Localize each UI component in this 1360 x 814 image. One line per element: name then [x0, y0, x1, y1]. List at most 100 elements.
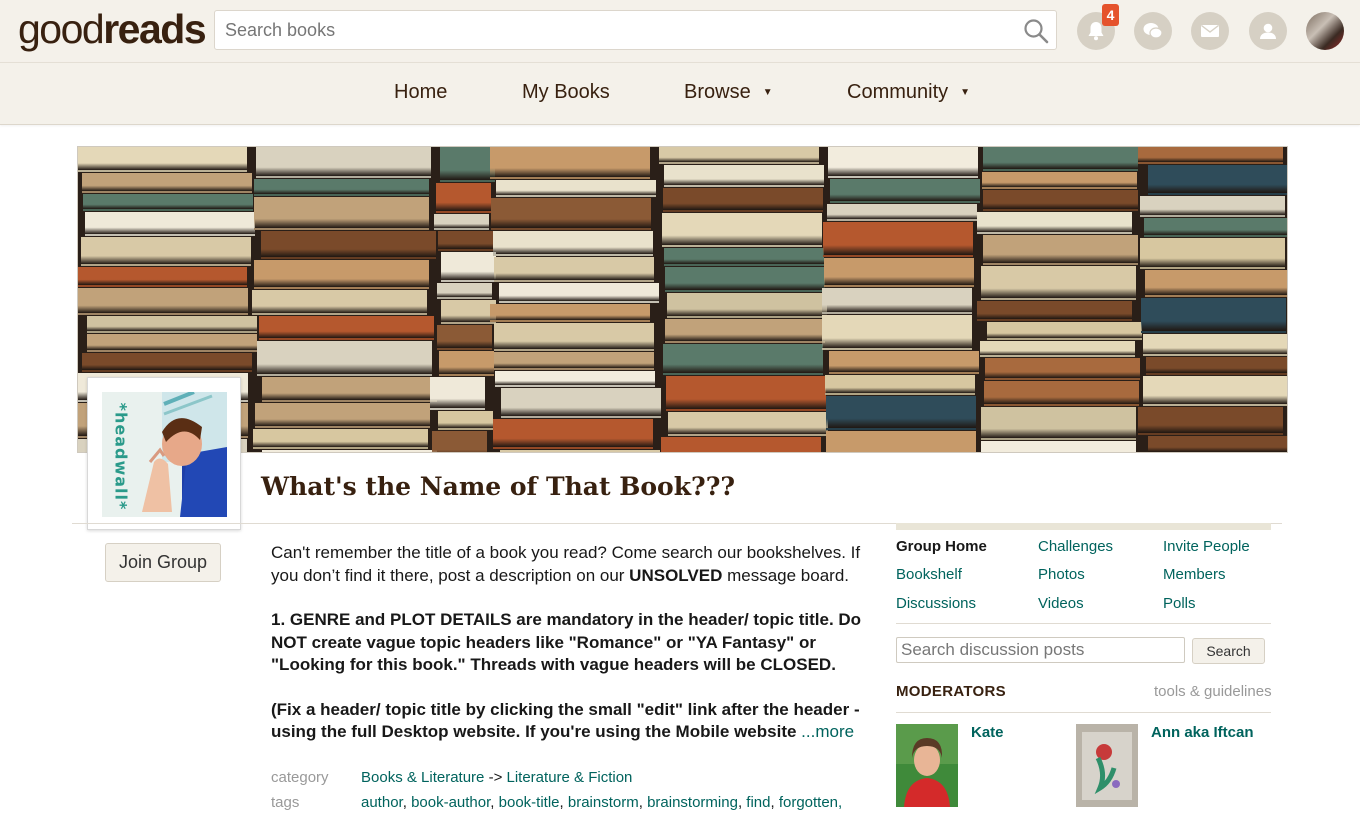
book-spine — [981, 266, 1136, 300]
book-spine — [1140, 196, 1285, 217]
book-spine — [252, 290, 427, 315]
moderator-name-kate[interactable]: Kate — [971, 724, 1004, 741]
book-spine — [490, 304, 650, 322]
book-spine — [434, 214, 489, 230]
nav-challenges[interactable]: Challenges — [1038, 537, 1113, 557]
nav-photos[interactable]: Photos — [1038, 565, 1085, 585]
nav-browse[interactable]: Browse ▼ — [684, 80, 773, 105]
panel-header-bar — [896, 523, 1271, 530]
book-spine — [496, 180, 656, 197]
book-spine — [78, 288, 248, 315]
book-spine — [980, 341, 1135, 357]
tools-guidelines-link[interactable]: tools & guidelines — [1154, 683, 1272, 700]
nav-members[interactable]: Members — [1163, 565, 1226, 585]
book-spine — [78, 267, 247, 287]
description-rules-text: 1. GENRE and PLOT DETAILS are mandatory … — [271, 610, 862, 674]
book-spine — [826, 431, 976, 452]
book-spine — [254, 197, 429, 230]
unsolved-board-link[interactable]: UNSOLVED — [629, 566, 722, 585]
tag-link[interactable]: brainstorming — [647, 794, 738, 811]
goodreads-logo[interactable]: goodreads — [18, 4, 207, 54]
book-spine — [494, 323, 654, 351]
tag-link[interactable]: brainstorm — [568, 794, 639, 811]
nav-my-books[interactable]: My Books — [522, 80, 610, 104]
book-spine — [1148, 165, 1287, 195]
tag-link[interactable]: find — [746, 794, 770, 811]
tag-link[interactable]: forgotten, — [779, 794, 842, 811]
nav-polls[interactable]: Polls — [1163, 594, 1196, 614]
book-stack — [977, 147, 1142, 452]
book-spine — [983, 235, 1138, 265]
tags-label: tags — [271, 794, 300, 811]
nav-discussions[interactable]: Discussions — [896, 594, 976, 614]
book-spine — [257, 341, 432, 376]
book-spine — [666, 376, 826, 411]
group-title: What's the Name of That Book??? — [261, 472, 735, 501]
tag-link[interactable]: book-author — [411, 794, 490, 811]
book-spine — [255, 403, 430, 428]
subcategory-link[interactable]: Literature & Fiction — [507, 769, 633, 786]
tag-link[interactable]: author — [361, 794, 403, 811]
discussion-search-button[interactable]: Search — [1192, 638, 1265, 664]
description-paragraph-1: Can't remember the title of a book you r… — [271, 542, 871, 587]
messages-icon[interactable] — [1191, 12, 1229, 50]
book-spine — [439, 351, 494, 376]
book-spine — [829, 351, 979, 374]
book-spine — [983, 190, 1138, 211]
nav-videos[interactable]: Videos — [1038, 594, 1084, 614]
nav-group-home[interactable]: Group Home — [896, 537, 987, 557]
category-link[interactable]: Books & Literature — [361, 769, 484, 786]
book-spine — [663, 188, 823, 212]
book-spine — [430, 377, 485, 410]
book-spine — [437, 325, 492, 350]
book-stack — [1138, 147, 1287, 452]
tags-list: author, book-author, book-title, brainst… — [361, 794, 842, 811]
nav-home[interactable]: Home — [394, 80, 447, 104]
friends-icon[interactable] — [1249, 12, 1287, 50]
nav-browse-label: Browse — [684, 81, 751, 103]
book-spine — [440, 147, 495, 182]
main-nav: Home My Books Browse ▼ Community ▼ — [0, 62, 1360, 125]
book-search-input[interactable] — [225, 11, 1015, 49]
nav-my-books-label: My Books — [522, 81, 610, 103]
book-spine — [981, 407, 1136, 440]
tag-separator: , — [638, 794, 648, 811]
book-spine — [493, 231, 653, 256]
moderator-photo-ann[interactable] — [1076, 724, 1138, 807]
nav-invite-people[interactable]: Invite People — [1163, 537, 1250, 557]
search-icon[interactable] — [1022, 17, 1050, 45]
book-spine — [661, 437, 821, 452]
moderator-photo-kate[interactable] — [896, 724, 958, 807]
tag-separator: , — [402, 794, 412, 811]
book-spine — [1143, 376, 1287, 406]
moderators-heading: MODERATORS — [896, 683, 1006, 700]
discussion-search-input[interactable] — [896, 637, 1185, 663]
discussions-icon[interactable] — [1134, 12, 1172, 50]
book-spine — [985, 358, 1140, 380]
book-spine — [441, 252, 496, 282]
description-paragraph-2: 1. GENRE and PLOT DETAILS are mandatory … — [271, 609, 871, 677]
book-spine — [491, 198, 651, 230]
tag-link[interactable]: book-title — [499, 794, 560, 811]
chevron-down-icon: ▼ — [960, 86, 971, 98]
book-spine — [436, 183, 491, 213]
profile-avatar[interactable] — [1306, 12, 1344, 50]
nav-bookshelf[interactable]: Bookshelf — [896, 565, 962, 585]
group-photo[interactable]: *headwall* — [87, 377, 241, 530]
book-spine — [256, 147, 431, 178]
book-spine — [824, 258, 974, 287]
book-spine — [261, 231, 436, 259]
nav-community[interactable]: Community ▼ — [847, 80, 970, 105]
book-spine — [262, 450, 437, 452]
book-spine — [822, 315, 972, 350]
moderator-name-ann[interactable]: Ann aka Iftcan — [1151, 724, 1254, 741]
description-text: message board. — [722, 565, 850, 585]
book-spine — [1146, 357, 1287, 375]
book-stack — [252, 147, 437, 452]
book-spine — [83, 194, 253, 211]
book-spine — [1138, 407, 1283, 435]
more-link[interactable]: ...more — [801, 722, 854, 741]
book-spine — [500, 450, 660, 452]
join-group-button[interactable]: Join Group — [105, 543, 221, 582]
book-stack — [490, 147, 661, 452]
